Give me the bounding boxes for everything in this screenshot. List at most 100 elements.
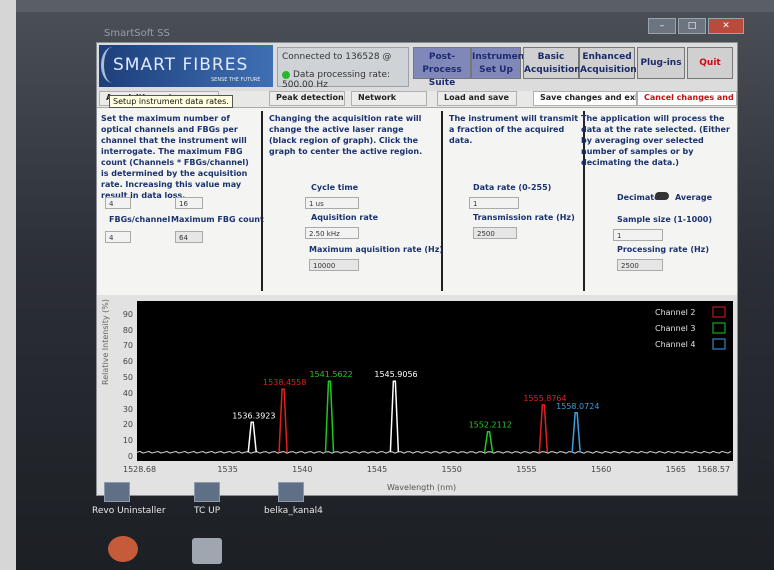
plot-area[interactable]: 1536.3923 1538.4558 1541.5622 1545.9056 1552… xyxy=(136,301,733,461)
peak-3 xyxy=(389,380,400,453)
legend-item-2: Channel 4 xyxy=(655,340,695,349)
decimate-option[interactable]: Decimate xyxy=(617,193,660,202)
window-title: SmartSoft SS xyxy=(104,28,170,39)
total-fbgs-display: 16 xyxy=(175,197,203,209)
revo-uninstaller-label[interactable]: Revo Uninstaller xyxy=(92,506,166,516)
legend-swatch-2 xyxy=(712,338,726,350)
enhanced-acquisition-button[interactable]: Enhanced Acquisition xyxy=(579,47,637,79)
transmission-rate-label: Transmission rate (Hz) xyxy=(473,213,575,222)
peak-0 xyxy=(247,421,257,453)
x-tick-label: 1555 xyxy=(516,465,537,474)
peak-label-4: 1552.2112 xyxy=(469,421,512,430)
photo-border-left xyxy=(0,0,16,570)
connection-status: Connected to 136528 @ Data processing ra… xyxy=(277,47,409,90)
cycle-time-label: Cycle time xyxy=(311,183,359,192)
acquisition-description: Changing the acquisition rate will chang… xyxy=(269,114,423,156)
belka-kanal4-label[interactable]: belka_kanal4 xyxy=(264,506,323,516)
legend-item-0: Channel 2 xyxy=(655,308,695,317)
smartsoft-window: SMART FIBRES SENSE THE FUTURE Connected … xyxy=(96,42,738,496)
average-option[interactable]: Average xyxy=(675,193,712,202)
peak-label-6: 1558.0724 xyxy=(556,402,599,411)
processing-description: The application will process the data at… xyxy=(581,114,730,167)
y-tick-label: 90 xyxy=(122,309,133,319)
acquisition-rate-label: Aquisition rate xyxy=(311,213,378,222)
peak-6 xyxy=(571,412,581,453)
fbgs-channel-input[interactable]: 4 xyxy=(105,231,131,243)
max-fbg-count-label: Maximum FBG count xyxy=(171,215,264,224)
spectrum-chart[interactable]: Relative Intensity (%) 0 10 20 30 40 50 60 70 80… xyxy=(97,295,737,495)
post-process-suite-button[interactable]: Post-Process Suite xyxy=(413,47,471,88)
minimize-button[interactable]: – xyxy=(648,18,676,34)
legend-swatch-1 xyxy=(712,322,726,334)
channels-input[interactable]: 4 xyxy=(105,197,131,209)
x-tick-label: 1545 xyxy=(366,465,388,474)
divider-2 xyxy=(441,111,443,291)
tooltip: Setup instrument data rates. xyxy=(109,95,233,108)
window-controls: – □ ✕ xyxy=(648,18,744,34)
x-tick-label: 1550 xyxy=(441,465,462,474)
legend-swatch-0 xyxy=(712,306,726,318)
connection-text: Connected to 136528 @ xyxy=(282,52,392,62)
chrome-icon[interactable] xyxy=(108,536,138,562)
tab-network[interactable]: Network xyxy=(351,91,427,106)
max-fbg-count-display: 64 xyxy=(175,231,203,243)
y-tick-label: 50 xyxy=(122,373,133,383)
x-tick-label: 1565 xyxy=(665,465,687,474)
baseline-trace xyxy=(136,450,732,454)
fbgs-channel-label: FBGs/channel xyxy=(109,215,171,224)
y-tick-label: 0 xyxy=(127,452,133,461)
tab-peak-detection[interactable]: Peak detection xyxy=(269,91,345,106)
basic-acquisition-button[interactable]: Basic Acquisition xyxy=(523,47,581,79)
app-header: SMART FIBRES SENSE THE FUTURE Connected … xyxy=(97,43,737,91)
peak-5 xyxy=(538,404,549,453)
processing-rate-display: 2500 xyxy=(617,259,663,271)
peak-label-3: 1545.9056 xyxy=(374,370,417,379)
cancel-changes-exit-button[interactable]: Cancel changes and exit xyxy=(637,91,737,106)
processing-rate-label: Processing rate (Hz) xyxy=(617,245,709,254)
desktop: SmartSoft SS – □ ✕ SMART FIBRES SENSE TH… xyxy=(16,12,774,570)
transmission-rate-display: 2500 xyxy=(473,227,517,239)
cycle-time-input[interactable]: 1 us xyxy=(305,197,359,209)
peak-2 xyxy=(324,380,335,453)
revo-uninstaller-icon[interactable] xyxy=(104,482,130,502)
smart-fibres-logo: SMART FIBRES SENSE THE FUTURE xyxy=(99,45,273,87)
status-led-icon xyxy=(282,70,290,79)
peak-label-2: 1541.5622 xyxy=(309,370,352,379)
plugins-button[interactable]: Plug-ins xyxy=(637,47,685,79)
x-tick-label: 1560 xyxy=(590,465,612,474)
processing-rate-line: Data processing rate: 500.00 Hz xyxy=(282,70,408,90)
y-tick-label: 60 xyxy=(122,357,133,367)
tab-load-and-save[interactable]: Load and save xyxy=(437,91,517,106)
taskbar-app-icon[interactable] xyxy=(192,538,222,564)
acquisition-rate-input[interactable]: 2.50 kHz xyxy=(305,227,359,239)
logo-name: SMART FIBRES xyxy=(113,55,249,75)
close-window-button[interactable]: ✕ xyxy=(708,18,744,34)
x-tick-label: 1528.68 xyxy=(123,465,157,474)
max-acquisition-rate-label: Maximum aquisition rate (Hz) xyxy=(309,245,444,254)
channels-description: Set the maximum number of optical channe… xyxy=(101,114,249,200)
tc-up-icon[interactable] xyxy=(194,482,220,502)
x-tick-label: 1540 xyxy=(292,465,313,474)
peak-label-1: 1538.4558 xyxy=(263,378,306,387)
data-rate-input[interactable]: 1 xyxy=(469,197,519,209)
sample-size-label: Sample size (1-1000) xyxy=(617,215,713,224)
sample-size-input[interactable]: 1 xyxy=(613,229,663,241)
tc-up-label[interactable]: TC UP xyxy=(194,506,220,516)
legend-item-1: Channel 3 xyxy=(655,324,695,333)
y-tick-label: 70 xyxy=(122,341,133,351)
maximize-button[interactable]: □ xyxy=(678,18,706,34)
y-tick-label: 80 xyxy=(122,325,133,335)
belka-kanal4-icon[interactable] xyxy=(278,482,304,502)
logo-tagline: SENSE THE FUTURE xyxy=(211,77,261,83)
x-tick-label: 1568.57 xyxy=(697,465,731,474)
decimate-average-toggle[interactable] xyxy=(655,192,669,200)
data-rate-label: Data rate (0-255) xyxy=(473,183,552,192)
instrument-setup-button[interactable]: Instrument Set Up xyxy=(471,47,528,79)
y-axis-label: Relative Intensity (%) xyxy=(101,298,110,385)
y-tick-label: 40 xyxy=(122,388,133,398)
save-changes-exit-button[interactable]: Save changes and exit xyxy=(533,91,637,106)
max-acquisition-rate-display: 10000 xyxy=(309,259,359,271)
transmit-description: The instrument will transmit a fraction … xyxy=(449,114,579,145)
y-tick-label: 10 xyxy=(122,436,133,446)
quit-button[interactable]: Quit xyxy=(687,47,733,79)
